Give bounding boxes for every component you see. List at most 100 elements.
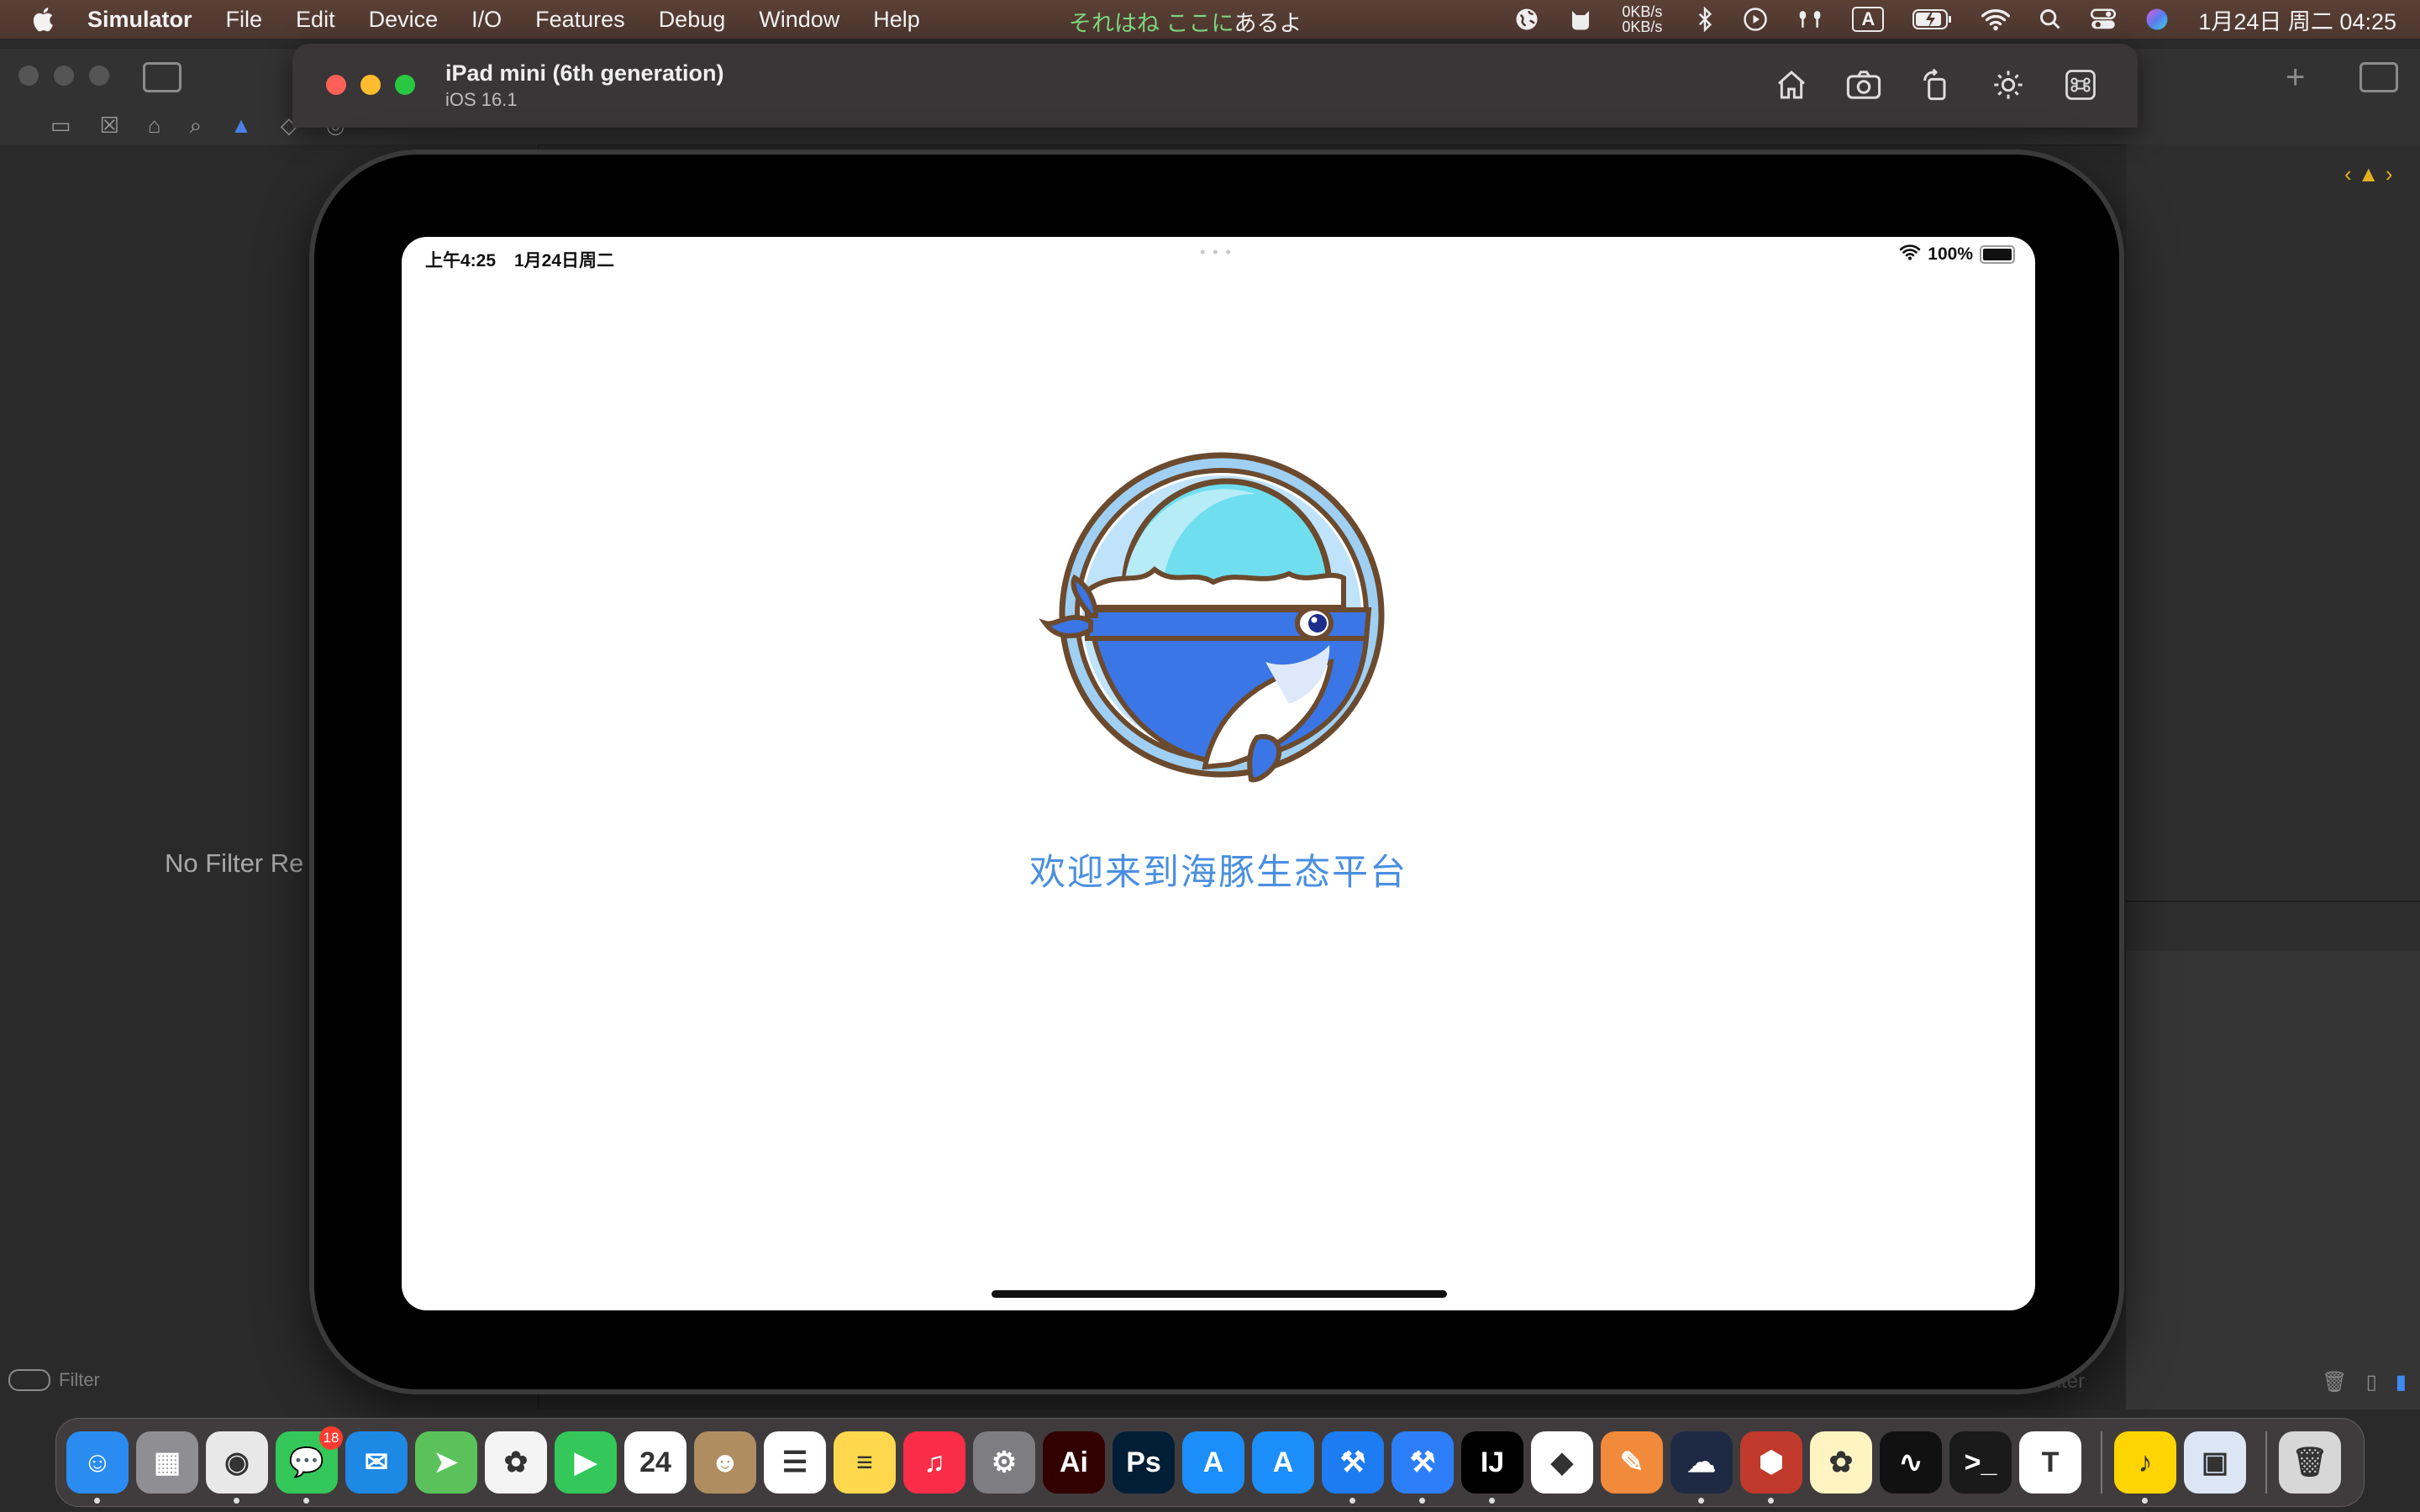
- zoom-button[interactable]: [89, 66, 109, 86]
- close-button[interactable]: [326, 75, 346, 95]
- dock-app-glyph: ⚙: [991, 1446, 1018, 1478]
- dock-app-finder-icon[interactable]: ☺: [66, 1431, 129, 1504]
- ipad-screen[interactable]: 上午4:25 1月24日周二 • • • 100% 欢迎来到海豚生态平台: [402, 237, 2035, 1310]
- split-right-icon[interactable]: ▮: [2396, 1370, 2407, 1394]
- wifi-icon[interactable]: [1981, 8, 2011, 31]
- dock-app-recorder-icon[interactable]: ⬢: [1740, 1431, 1802, 1504]
- menu-debug[interactable]: Debug: [659, 7, 726, 33]
- dock-app-glyph: ◆: [1550, 1446, 1574, 1478]
- ime-composition-text: それはね ここにあるよ: [1069, 5, 1302, 38]
- dock-app-music-icon[interactable]: ♫: [903, 1431, 965, 1494]
- dock-app-xcode-icon[interactable]: ⚒: [1322, 1431, 1384, 1504]
- dock-app-maps-icon[interactable]: ➤: [415, 1431, 477, 1494]
- dock-app-contacts-icon[interactable]: ☻: [694, 1431, 756, 1494]
- control-center-icon[interactable]: [2091, 8, 2117, 31]
- symbol-icon[interactable]: ⌂: [148, 113, 161, 139]
- running-indicator: [94, 1498, 100, 1504]
- app-name-menu[interactable]: Simulator: [87, 7, 192, 33]
- dock-app-glyph: 24: [639, 1446, 671, 1478]
- close-button[interactable]: [18, 66, 39, 86]
- home-indicator[interactable]: [992, 1290, 1447, 1298]
- dock-app-qq-music-icon[interactable]: ♪: [2114, 1431, 2176, 1504]
- dock-app-launchpad-icon[interactable]: ▦: [136, 1431, 198, 1494]
- dock-app-instruments-icon[interactable]: ⚒: [1392, 1431, 1454, 1504]
- divider: [2126, 900, 2420, 902]
- welcome-text: 欢迎来到海豚生态平台: [1029, 853, 1407, 893]
- dock-app-mail-icon[interactable]: ✉: [345, 1431, 408, 1494]
- command-icon[interactable]: [2062, 66, 2099, 104]
- dock-app-glyph: Ai: [1060, 1446, 1088, 1478]
- dock-app-messages-icon[interactable]: 💬 18: [276, 1426, 343, 1504]
- dock-app-navicat-icon[interactable]: ✿: [1810, 1431, 1872, 1494]
- siri-icon[interactable]: [2144, 7, 2170, 32]
- multitasking-dots[interactable]: • • •: [1200, 244, 1233, 261]
- add-icon[interactable]: +: [2286, 59, 2305, 97]
- dock-app-terminal-icon[interactable]: >_: [1949, 1431, 2012, 1494]
- screenshot-icon[interactable]: [1845, 66, 1882, 104]
- menu-device[interactable]: Device: [369, 7, 439, 33]
- dock-app-typora-icon[interactable]: T: [2019, 1431, 2081, 1494]
- running-indicator: [1698, 1498, 1704, 1504]
- debug-area: [2126, 144, 2420, 1410]
- dock-app-photoshop-icon[interactable]: Ps: [1113, 1431, 1175, 1494]
- dock-app-glyph: 💬: [288, 1446, 325, 1478]
- navigator-toggle-icon[interactable]: [143, 62, 182, 92]
- play-icon[interactable]: [1743, 7, 1768, 32]
- cat-icon[interactable]: [1568, 7, 1593, 32]
- filter-icon[interactable]: [8, 1369, 50, 1391]
- home-icon[interactable]: [1773, 66, 1810, 104]
- warning-icon[interactable]: ‹ ▲ ›: [2344, 161, 2393, 187]
- menu-file[interactable]: File: [226, 7, 263, 33]
- dock-app-xcode-dev-icon[interactable]: ◆: [1531, 1431, 1593, 1494]
- dock-app-glyph: ✉: [364, 1446, 389, 1478]
- dock-app-chatgpt-icon[interactable]: ☁: [1670, 1431, 1733, 1504]
- menu-features[interactable]: Features: [535, 7, 625, 33]
- apple-icon[interactable]: [30, 5, 59, 34]
- earth-icon[interactable]: [1514, 7, 1539, 32]
- input-source-icon[interactable]: A: [1852, 7, 1885, 32]
- find-icon[interactable]: ⌕: [190, 113, 203, 139]
- dock-app-reminders-icon[interactable]: ☰: [764, 1431, 826, 1494]
- ios-battery-percent: 100%: [1928, 244, 1973, 264]
- search-icon[interactable]: [2039, 8, 2062, 31]
- folder-icon[interactable]: ▭: [50, 113, 71, 139]
- menu-window[interactable]: Window: [759, 7, 839, 33]
- minimize-button[interactable]: [54, 66, 74, 86]
- menu-clock[interactable]: 1月24日 周二 04:25: [2198, 3, 2396, 36]
- dock-app-preview-icon[interactable]: ▣: [2184, 1431, 2246, 1494]
- menu-help[interactable]: Help: [873, 7, 920, 33]
- airpods-icon[interactable]: [1797, 7, 1823, 32]
- dock-app-photos-icon[interactable]: ✿: [485, 1431, 547, 1494]
- dock-app-trash-icon[interactable]: 🗑: [2279, 1431, 2341, 1494]
- dock-app-calendar-icon[interactable]: 24: [624, 1431, 687, 1494]
- source-control-icon[interactable]: ☒: [100, 113, 119, 139]
- running-indicator: [1419, 1498, 1425, 1504]
- menu-edit[interactable]: Edit: [296, 7, 335, 33]
- ios-date: 1月24日周二: [514, 251, 615, 270]
- dock-app-pencil-icon[interactable]: ✎: [1601, 1431, 1663, 1494]
- split-left-icon[interactable]: ▯: [2366, 1370, 2377, 1394]
- dock-app-illustrator-icon[interactable]: Ai: [1043, 1431, 1105, 1494]
- dolphin-logo: [1039, 452, 1385, 783]
- no-filter-results-text: No Filter Re: [165, 848, 304, 878]
- brightness-icon[interactable]: [1990, 66, 2027, 104]
- inspector-toggle-icon[interactable]: [2360, 62, 2398, 92]
- filter-input[interactable]: Filter: [59, 1369, 100, 1391]
- rotate-icon[interactable]: [1918, 66, 1954, 104]
- issue-icon[interactable]: ▲: [230, 113, 252, 139]
- dock-app-notes-icon[interactable]: ≡: [834, 1431, 896, 1494]
- dock-app-chrome-icon[interactable]: ◉: [206, 1431, 268, 1504]
- dock-app-xcode-installer-icon[interactable]: A: [1252, 1431, 1314, 1494]
- trash-icon[interactable]: 🗑: [2322, 1370, 2347, 1394]
- menu-io[interactable]: I/O: [471, 7, 502, 33]
- zoom-button[interactable]: [395, 75, 415, 95]
- minimize-button[interactable]: [360, 75, 381, 95]
- dock-app-app-store-icon[interactable]: A: [1182, 1431, 1244, 1494]
- dock-app-intellij-idea-icon[interactable]: IJ: [1461, 1431, 1523, 1504]
- bluetooth-icon[interactable]: [1696, 7, 1714, 32]
- battery-charging-icon[interactable]: [1912, 8, 1953, 30]
- running-indicator: [234, 1498, 239, 1504]
- dock-app-activity-monitor-icon[interactable]: ∿: [1880, 1431, 1942, 1494]
- dock-app-system-settings-icon[interactable]: ⚙: [973, 1431, 1035, 1494]
- dock-app-facetime-icon[interactable]: ▶: [555, 1431, 617, 1494]
